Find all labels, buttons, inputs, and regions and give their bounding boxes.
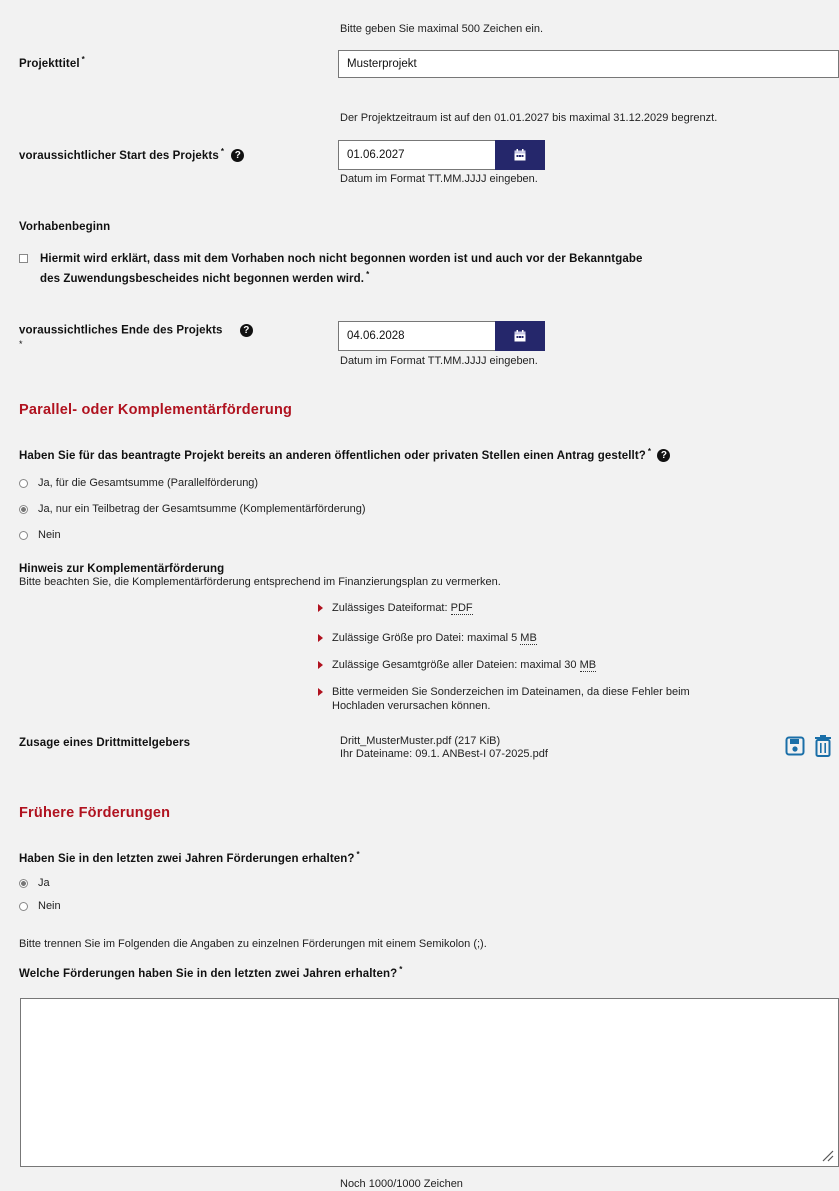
checkbox-label-line2-text: des Zuwendungsbescheides nicht begonnen … [40, 272, 365, 285]
start-calendar-button[interactable] [495, 140, 545, 170]
option-label: Nein [38, 529, 61, 541]
projekttitel-hint: Bitte geben Sie maximal 500 Zeichen ein. [340, 23, 544, 35]
parallel-question-text: Haben Sie für das beantragte Projekt ber… [19, 449, 646, 462]
rule-special-line2: Hochladen verursachen können. [332, 700, 491, 712]
bullet-arrow-icon [318, 661, 323, 669]
bullet-arrow-icon [318, 634, 323, 642]
bullet-arrow-icon [318, 604, 323, 612]
parallel-question: Haben Sie für das beantragte Projekt ber… [19, 447, 671, 463]
foerderungen-textarea[interactable] [20, 998, 839, 1167]
parallel-option[interactable]: Ja, für die Gesamtsumme (Parallelförderu… [19, 477, 258, 489]
rule-size: Zulässige Größe pro Datei: maximal 5 MB [318, 632, 537, 645]
rule-text: Zulässiges Dateiformat: PDF [332, 602, 473, 615]
rule-size-prefix: Zulässige Größe pro Datei: maximal 5 [332, 632, 521, 644]
komplementaer-option[interactable]: Ja, nur ein Teilbetrag der Gesamtsumme (… [19, 503, 366, 515]
start-format-hint: Datum im Format TT.MM.JJJJ eingeben. [340, 173, 538, 185]
required-marker: * [220, 147, 225, 156]
required-marker: * [356, 850, 360, 859]
calendar-icon [514, 330, 526, 342]
required-marker: * [366, 270, 370, 279]
option-label: Ja, nur ein Teilbetrag der Gesamtsumme (… [38, 503, 366, 515]
ende-calendar-button[interactable] [495, 321, 545, 351]
radio-button[interactable] [19, 478, 28, 488]
rule-total-unit: MB [579, 659, 597, 672]
resize-handle-icon[interactable] [820, 1148, 834, 1162]
rule-special: Bitte vermeiden Sie Sonderzeichen im Dat… [318, 685, 690, 713]
required-marker: * [399, 965, 403, 974]
vorhabenbeginn-checkbox[interactable] [19, 254, 28, 263]
option-label: Ja [38, 877, 50, 889]
rule-text: Zulässige Größe pro Datei: maximal 5 MB [332, 632, 537, 645]
checkbox-label-line1: Hiermit wird erklärt, dass mit dem Vorha… [40, 253, 643, 265]
rule-size-unit: MB [520, 632, 537, 645]
semikolon-hint: Bitte trennen Sie im Folgenden die Angab… [19, 938, 487, 950]
rule-format-value: PDF [450, 602, 473, 615]
hinweis-text: Bitte beachten Sie, die Komplementärförd… [19, 576, 501, 588]
ende-format-hint: Datum im Format TT.MM.JJJJ eingeben. [340, 355, 538, 367]
nein-option[interactable]: Nein [19, 529, 61, 541]
textarea-label: Welche Förderungen haben Sie in den letz… [19, 965, 402, 980]
rule-special-line1: Bitte vermeiden Sie Sonderzeichen im Dat… [332, 686, 690, 698]
ende-date-input[interactable] [338, 321, 496, 351]
uploaded-file-original-name: Ihr Dateiname: 09.1. ANBest-I 07-2025.pd… [340, 748, 548, 760]
calendar-icon [514, 149, 526, 161]
uploaded-file-info: Dritt_MusterMuster.pdf (217 KiB) Ihr Dat… [340, 735, 548, 761]
start-label-text: voraussichtlicher Start des Projekts [19, 149, 219, 162]
option-label: Nein [38, 900, 61, 912]
rule-text: Zulässige Gesamtgröße aller Dateien: max… [332, 659, 597, 672]
radio-button[interactable] [19, 530, 28, 540]
textarea-label-text: Welche Förderungen haben Sie in den letz… [19, 967, 398, 980]
start-date-input[interactable] [338, 140, 496, 170]
nein-option[interactable]: Nein [19, 900, 61, 912]
radio-button-selected[interactable] [19, 878, 28, 888]
ende-label-text: voraussichtliches Ende des Projekts [19, 324, 223, 337]
rule-total-prefix: Zulässige Gesamtgröße aller Dateien: max… [332, 659, 580, 671]
rule-format: Zulässiges Dateiformat: PDF [318, 602, 473, 615]
required-marker: * [647, 447, 652, 456]
option-label: Ja, für die Gesamtsumme (Parallelförderu… [38, 477, 259, 489]
uploaded-file-name: Dritt_MusterMuster.pdf (217 KiB) [340, 735, 501, 747]
character-counter: Noch 1000/1000 Zeichen [340, 1178, 463, 1190]
radio-button-selected[interactable] [19, 504, 28, 514]
upload-label: Zusage eines Drittmittelgebers [19, 737, 191, 749]
bullet-arrow-icon [318, 688, 323, 696]
parallel-section-title: Parallel- oder Komplementärförderung [19, 402, 293, 418]
frueher-question: Haben Sie in den letzten zwei Jahren För… [19, 850, 360, 865]
required-marker: * [19, 339, 23, 349]
frueher-question-text: Haben Sie in den letzten zwei Jahren För… [19, 852, 355, 865]
floppy-disk-icon[interactable] [785, 736, 805, 756]
hinweis-title: Hinweis zur Komplementärförderung [19, 563, 225, 575]
rule-format-prefix: Zulässiges Dateiformat: [332, 602, 451, 614]
projekttitel-label-text: Projekttitel [19, 57, 80, 70]
required-marker: * [81, 55, 85, 64]
frueher-section-title: Frühere Förderungen [19, 805, 171, 821]
rule-text: Bitte vermeiden Sie Sonderzeichen im Dat… [332, 685, 690, 713]
projekttitel-label: Projekttitel * [19, 55, 85, 70]
vorhabenbeginn-heading: Vorhabenbeginn [19, 221, 111, 233]
trash-icon[interactable] [814, 735, 832, 757]
ende-label: voraussichtliches Ende des Projekts ? [19, 324, 253, 337]
ja-option[interactable]: Ja [19, 877, 50, 889]
radio-button[interactable] [19, 901, 28, 911]
projekttitel-input[interactable] [338, 50, 839, 78]
projektzeitraum-hint: Der Projektzeitraum ist auf den 01.01.20… [340, 112, 718, 124]
help-icon[interactable]: ? [239, 324, 253, 337]
rule-total: Zulässige Gesamtgröße aller Dateien: max… [318, 659, 597, 672]
checkbox-label-line2: des Zuwendungsbescheides nicht begonnen … [40, 267, 642, 287]
start-label: voraussichtlicher Start des Projekts * ? [19, 147, 245, 163]
vorhabenbeginn-checkbox-label[interactable]: Hiermit wird erklärt, dass mit dem Vorha… [40, 251, 642, 287]
help-icon[interactable]: ? [657, 449, 671, 463]
help-icon[interactable]: ? [231, 149, 245, 163]
